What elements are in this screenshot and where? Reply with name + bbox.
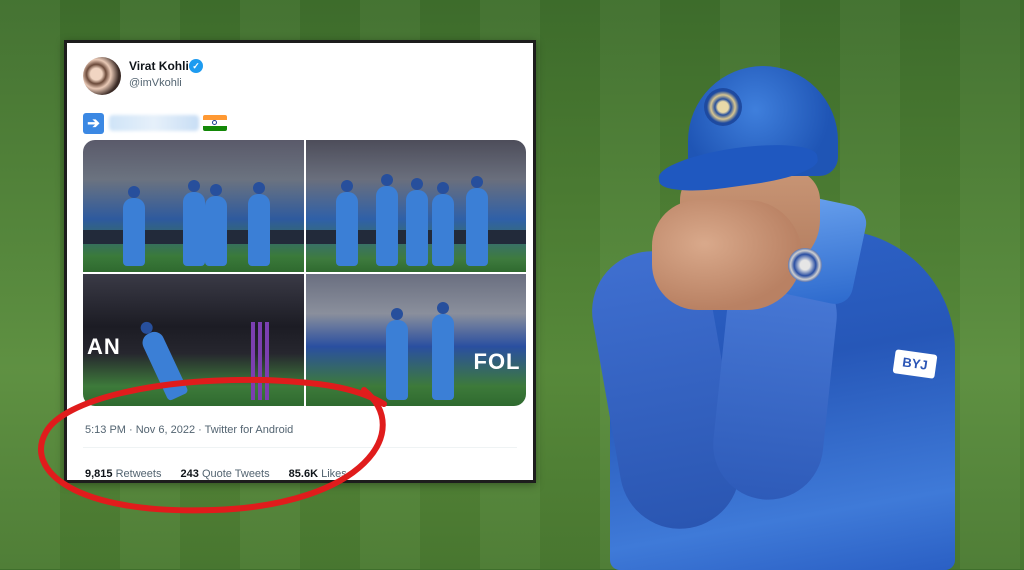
india-flag-icon	[203, 115, 227, 131]
stumps	[251, 322, 269, 400]
board-text: FOL	[473, 349, 521, 374]
author-name[interactable]: Virat Kohli	[129, 59, 189, 73]
tweet-card[interactable]: Virat Kohli ✓ @imVkohli ➔ AN FOL 5:13 PM…	[64, 40, 536, 483]
tweet-photo[interactable]: FOL	[305, 274, 526, 406]
quote-tweets-stat[interactable]: 243 Quote Tweets	[181, 468, 270, 480]
right-arrow-emoji-icon: ➔	[83, 113, 104, 134]
tweet-photo[interactable]	[305, 140, 526, 272]
tweet-stats: 9,815 Retweets 243 Quote Tweets 85.6K Li…	[85, 468, 363, 480]
jersey-badge-icon	[788, 248, 822, 282]
avatar[interactable]	[83, 57, 121, 95]
tweet-photo-grid: AN FOL	[83, 140, 526, 406]
verified-badge-icon: ✓	[189, 59, 203, 73]
board-text: AN	[87, 334, 121, 359]
divider	[83, 447, 517, 448]
likes-stat[interactable]: 85.6K Likes	[289, 468, 347, 480]
bcci-logo-icon	[704, 88, 742, 126]
player-hands	[652, 200, 802, 310]
tweet-photo[interactable]: AN	[83, 274, 304, 406]
retweets-stat[interactable]: 9,815 Retweets	[85, 468, 161, 480]
player-photo: BYJ	[582, 60, 960, 570]
tweet-photo[interactable]	[83, 140, 304, 272]
tweet-timestamp[interactable]: 5:13 PM · Nov 6, 2022 · Twitter for Andr…	[85, 424, 293, 436]
author-handle[interactable]: @imVkohli	[129, 77, 182, 89]
blurred-tweet-text	[109, 115, 199, 131]
